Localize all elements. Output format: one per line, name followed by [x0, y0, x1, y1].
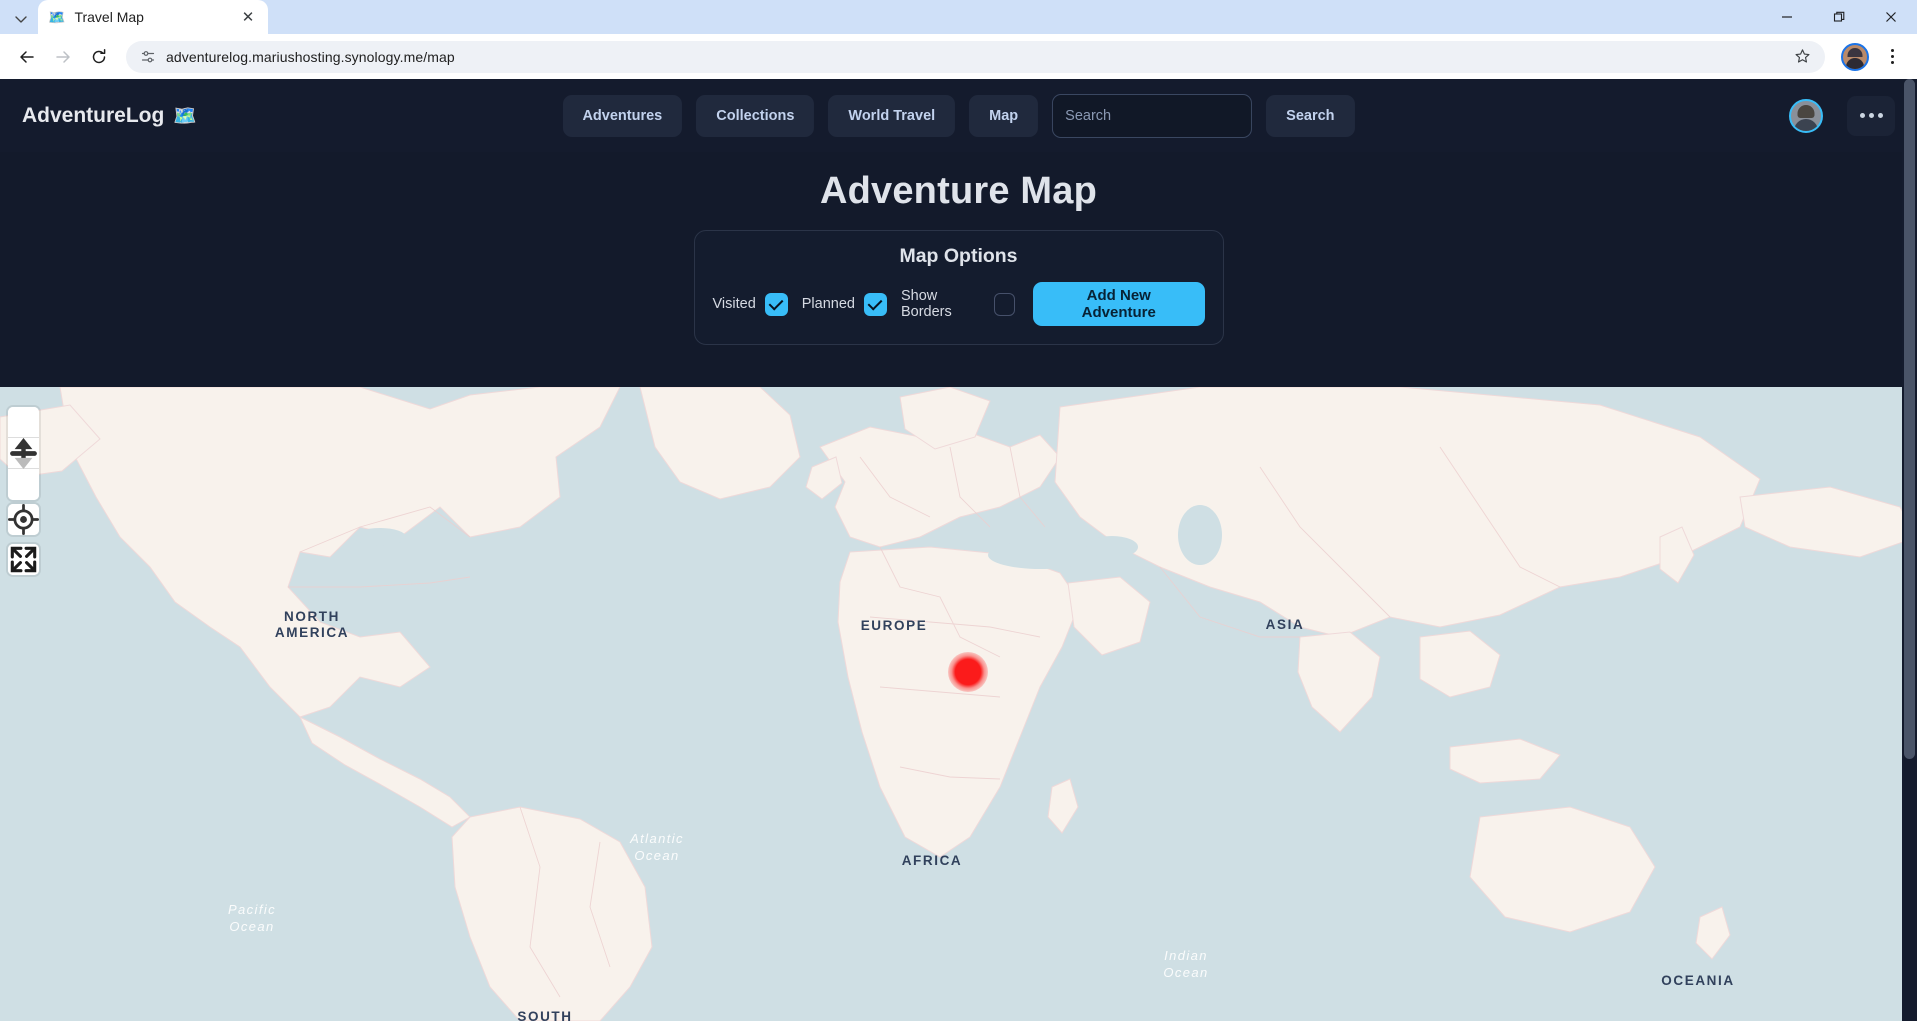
toggle-show-borders[interactable]: Show Borders: [901, 288, 1015, 320]
site-settings-tune-icon: [141, 50, 155, 62]
toggle-planned[interactable]: Planned: [801, 292, 887, 316]
search-field-wrapper[interactable]: [1052, 93, 1253, 138]
map-zoom-controls: [8, 407, 39, 500]
toggle-visited[interactable]: Visited: [712, 292, 788, 316]
toggle-visited-label: Visited: [712, 296, 756, 312]
search-input[interactable]: [1065, 107, 1253, 124]
nav-item-world-travel[interactable]: World Travel: [828, 94, 956, 137]
fullscreen-control: [8, 544, 39, 575]
browser-tab-strip: 🗺️ Travel Map ✕: [0, 0, 1917, 34]
window-controls: [1761, 0, 1917, 34]
chrome-profile-avatar[interactable]: [1841, 42, 1869, 71]
adventurelog-app: AdventureLog 🗺️ Adventures Collections W…: [0, 79, 1917, 1021]
navbar-center-group: Adventures Collections World Travel Map …: [562, 93, 1355, 138]
scrollbar-thumb[interactable]: [1904, 79, 1915, 759]
browser-tab[interactable]: 🗺️ Travel Map ✕: [38, 0, 268, 34]
page-title: Adventure Map: [819, 170, 1098, 212]
world-map-icon: 🗺️: [173, 105, 198, 127]
adventure-marker[interactable]: [948, 652, 988, 692]
map-canvas[interactable]: NORTH AMERICA SOUTH EUROPE ASIA AFRICA O…: [0, 387, 1917, 1021]
geolocate-control: [8, 504, 39, 535]
brand-text: AdventureLog: [22, 103, 165, 127]
world-map-graphic: [0, 387, 1917, 1021]
back-arrow-icon[interactable]: [10, 40, 44, 74]
search-button[interactable]: Search: [1266, 94, 1355, 137]
address-bar[interactable]: adventurelog.mariushosting.synology.me/m…: [126, 40, 1825, 73]
fullscreen-expand-icon[interactable]: [8, 544, 39, 575]
user-avatar[interactable]: [1789, 98, 1823, 133]
toggle-planned-checkbox[interactable]: [863, 292, 887, 316]
window-minimize-icon[interactable]: [1761, 0, 1813, 34]
map-options-title: Map Options: [899, 245, 1018, 267]
toggle-visited-checkbox[interactable]: [764, 292, 788, 316]
nav-item-adventures[interactable]: Adventures: [562, 94, 683, 137]
app-brand-logo[interactable]: AdventureLog 🗺️: [22, 104, 197, 128]
nav-item-collections[interactable]: Collections: [696, 94, 815, 137]
overflow-three-dots-icon[interactable]: [1847, 95, 1895, 136]
window-maximize-icon[interactable]: [1813, 0, 1865, 34]
map-options-panel: Map Options Visited Planned Show Borders…: [693, 230, 1224, 345]
reset-bearing-compass-icon[interactable]: [8, 438, 39, 500]
tab-list-chevron-down-icon[interactable]: [4, 4, 38, 34]
bookmark-star-icon[interactable]: [1787, 42, 1817, 72]
tab-favicon-map-icon: 🗺️: [48, 9, 66, 25]
tab-title: Travel Map: [74, 9, 144, 25]
toggle-planned-label: Planned: [801, 296, 855, 312]
add-new-adventure-button[interactable]: Add New Adventure: [1033, 282, 1205, 326]
toggle-show-borders-checkbox[interactable]: [993, 292, 1015, 316]
navbar-right-group: [1789, 95, 1895, 136]
app-navbar: AdventureLog 🗺️ Adventures Collections W…: [0, 79, 1917, 152]
address-bar-url: adventurelog.mariushosting.synology.me/m…: [166, 48, 455, 65]
toggle-show-borders-label: Show Borders: [900, 288, 952, 320]
forward-arrow-icon[interactable]: [46, 40, 80, 74]
browser-toolbar: adventurelog.mariushosting.synology.me/m…: [0, 34, 1917, 79]
map-options-row: Visited Planned Show Borders Add New Adv…: [713, 282, 1205, 326]
geolocate-target-icon[interactable]: [8, 504, 39, 535]
nav-item-map[interactable]: Map: [969, 94, 1039, 137]
tab-close-icon[interactable]: ✕: [238, 7, 258, 27]
reload-icon[interactable]: [82, 40, 116, 74]
page-scrollbar[interactable]: [1902, 79, 1917, 1021]
window-close-icon[interactable]: [1865, 0, 1917, 34]
chrome-menu-kebab-icon[interactable]: [1877, 42, 1907, 72]
